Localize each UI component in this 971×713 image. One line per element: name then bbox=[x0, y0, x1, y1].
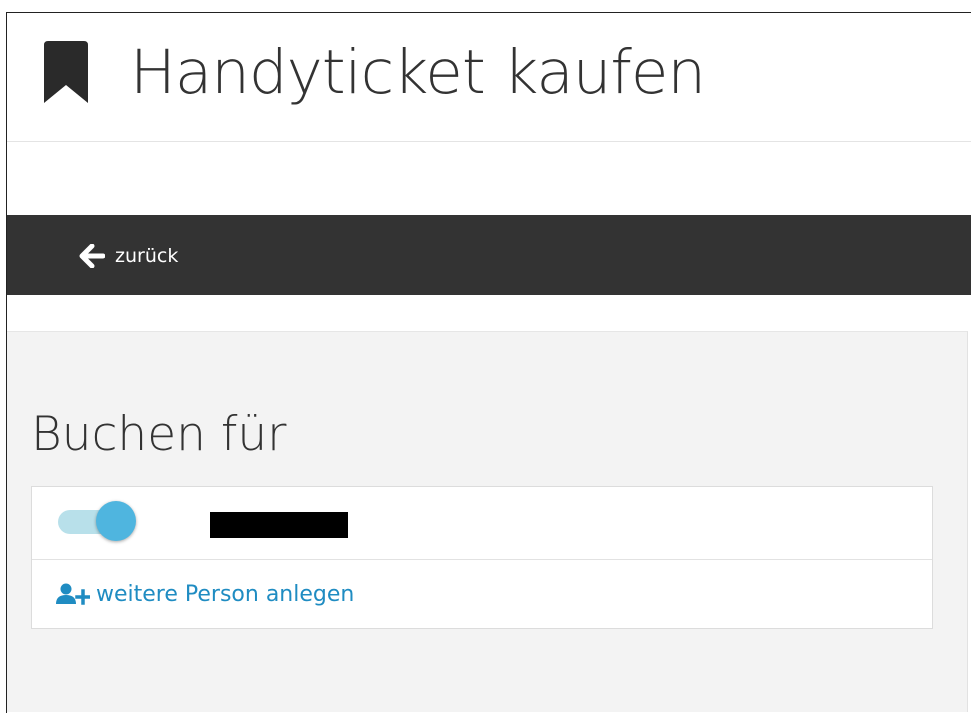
bookmark-icon bbox=[44, 41, 88, 103]
person-list: weitere Person anlegen bbox=[31, 486, 933, 629]
page-title: Handyticket kaufen bbox=[130, 37, 706, 108]
page-header: Handyticket kaufen bbox=[7, 13, 971, 142]
add-person-label: weitere Person anlegen bbox=[96, 581, 355, 607]
back-link[interactable]: zurück bbox=[79, 241, 178, 271]
back-label: zurück bbox=[115, 245, 179, 267]
person-name-redacted bbox=[210, 512, 348, 538]
section-title: Buchen für bbox=[31, 407, 287, 462]
person-row bbox=[32, 487, 932, 560]
arrow-left-icon bbox=[79, 244, 105, 268]
booking-panel: Buchen für weitere Person anlegen bbox=[7, 331, 968, 712]
app-frame: Handyticket kaufen zurück Buchen für wei… bbox=[6, 12, 971, 713]
navbar: zurück bbox=[7, 215, 971, 295]
toggle-knob bbox=[96, 501, 136, 541]
person-toggle[interactable] bbox=[58, 501, 138, 543]
user-plus-icon bbox=[56, 583, 90, 605]
add-person-link[interactable]: weitere Person anlegen bbox=[56, 579, 354, 609]
